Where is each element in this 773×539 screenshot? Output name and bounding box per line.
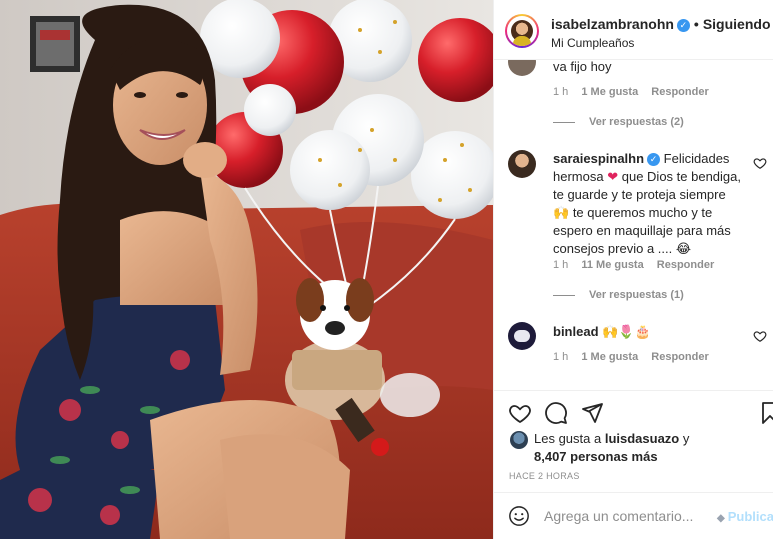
post-header: isabelzambranohn ✓ • Siguiendo Mi Cumpleaño… [494,0,773,60]
likes-suffix: y [682,431,690,446]
comment-body-part: que Dios te bendiga, [621,169,741,184]
replies-line [553,294,575,296]
raised-hands-emoji: 🙌 [553,205,570,220]
comment-reply-button[interactable]: Responder [651,351,708,363]
laughing-emoji: 😂 [675,241,692,256]
bookmark-icon[interactable] [758,401,773,425]
author-line: isabelzambranohn ✓ • Siguiendo [551,16,771,32]
comment-avatar[interactable] [508,322,536,350]
red-heart-emoji: ❤ [607,169,619,184]
publish-label: Publicar [727,509,773,524]
avatar-shirt [513,36,531,46]
comment-likes[interactable]: 1 Me gusta [581,86,638,98]
comment-likes[interactable]: 11 Me gusta [581,259,643,271]
replies-line [553,121,575,123]
like-comment-heart-icon[interactable] [753,329,767,343]
post-photo[interactable] [0,0,493,539]
comment-meta: 1 h 1 Me gusta Responder [553,86,719,98]
comment-icon[interactable] [544,401,568,425]
verified-badge-icon: ✓ [647,153,661,166]
likes-summary: Les gusta a luisdasuazo y [534,431,689,446]
comment-body: 🙌🌷🎂 [602,324,651,339]
comment-body-part: te guarde y te proteja siempre [553,187,726,202]
following-button[interactable]: Siguiendo [703,16,771,32]
view-replies-button[interactable]: Ver respuestas (2) [553,116,684,128]
comment-likes[interactable]: 1 Me gusta [581,351,638,363]
comment-reply-button[interactable]: Responder [651,86,708,98]
comment-body-part: espero en maquillaje para más [553,223,731,238]
author-username[interactable]: isabelzambranohn [551,16,674,32]
post-side-panel: isabelzambranohn ✓ • Siguiendo Mi Cumpleaño… [493,0,773,539]
view-replies-label: Ver respuestas (1) [589,289,684,301]
emoji-icon[interactable] [508,505,530,527]
comment-body-part: te queremos mucho y te [572,205,713,220]
liker-avatar[interactable] [510,431,528,449]
pin-icon: ◆ [717,513,725,524]
comment-meta: 1 h 1 Me gusta Responder [553,351,719,363]
comment-meta: 1 h 11 Me gusta Responder [553,259,724,271]
comment-body-part: hermosa [553,169,604,184]
post-timestamp[interactable]: HACE 2 HORAS [509,471,580,481]
likes-count[interactable]: 8,407 personas más [534,449,658,464]
likes-prefix: Les gusta a [534,431,602,446]
comment-time[interactable]: 1 h [553,86,568,98]
comment-username[interactable]: saraiespinalhn [553,151,644,166]
comment-time[interactable]: 1 h [553,259,568,271]
separator-dot: • [693,16,699,32]
avatar-mask-shape [514,330,530,342]
comment-text: va fijo hoy [553,60,612,74]
comment-text: saraiespinalhn ✓ Felicidades hermosa ❤ qu… [553,150,748,258]
publish-button[interactable]: ◆Publicar [717,509,773,524]
comment-time[interactable]: 1 h [553,351,568,363]
author-avatar-image [507,16,537,46]
like-comment-heart-icon[interactable] [753,156,767,170]
view-replies-label: Ver respuestas (2) [589,116,684,128]
author-avatar[interactable] [505,14,539,48]
comments-list[interactable]: va fijo hoy 1 h 1 Me gusta Responder Ver… [494,60,773,390]
post-actions: Les gusta a luisdasuazo y 8,407 personas… [494,390,773,491]
comment-reply-button[interactable]: Responder [657,259,714,271]
view-replies-button[interactable]: Ver respuestas (1) [553,289,684,301]
comment-avatar[interactable] [508,150,536,178]
comment-input[interactable] [544,506,714,526]
liker-username[interactable]: luisdasuazo [605,431,679,446]
comment-body-part: Felicidades [663,151,730,166]
comment-text: binlead 🙌🌷🎂 [553,323,651,341]
heart-icon[interactable] [508,401,532,425]
post-photo-illustration [0,0,493,539]
comment-form: ◆Publicar [494,492,773,539]
comment-body-part: consejos previo a .... [553,241,673,256]
comment-avatar[interactable] [508,60,536,76]
comment-username[interactable]: binlead [553,324,599,339]
verified-badge-icon: ✓ [676,19,690,32]
post-location[interactable]: Mi Cumpleaños [551,36,634,50]
share-icon[interactable] [580,401,604,425]
